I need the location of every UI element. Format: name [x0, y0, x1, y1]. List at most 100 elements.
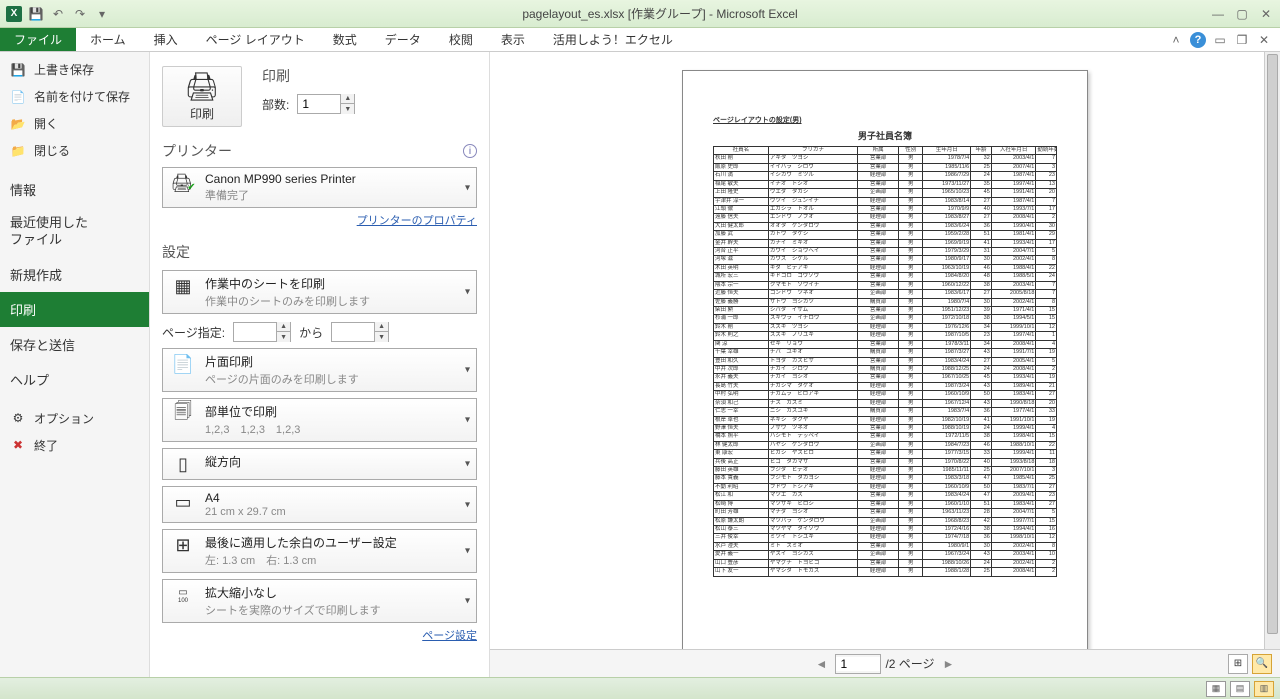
- nav-recent[interactable]: 最近使用したファイル: [0, 207, 149, 257]
- page-setup-link[interactable]: ページ設定: [422, 630, 477, 642]
- table-cell: 19: [1036, 416, 1057, 424]
- table-cell: 企画部: [858, 517, 899, 525]
- page-number-input[interactable]: [836, 657, 880, 671]
- home-tab[interactable]: ホーム: [76, 28, 140, 51]
- nav-options[interactable]: ⚙オプション: [0, 405, 149, 432]
- nav-save[interactable]: 💾上書き保存: [0, 56, 149, 83]
- table-cell: 1993/4/1: [991, 374, 1036, 382]
- page-to-down-icon[interactable]: ▼: [375, 332, 388, 342]
- paper-dropdown[interactable]: ▭ A4 21 cm x 29.7 cm: [162, 486, 477, 523]
- table-cell: 奈須 和己: [714, 399, 769, 407]
- preview-table: 社員名フリガナ所属性別生年月日年齢入社年月日勤続年数 秋田 剛アキタ ツヨシ営業…: [713, 146, 1057, 577]
- prev-page-icon[interactable]: ◄: [812, 657, 832, 671]
- table-cell: 1967/10/25: [923, 374, 971, 382]
- scaling-dropdown[interactable]: ▭100 拡大縮小なし シートを実際のサイズで印刷します: [162, 579, 477, 623]
- view-normal-icon[interactable]: ▦: [1206, 681, 1226, 697]
- settings-heading: 設定: [162, 242, 477, 262]
- page-from-spinner[interactable]: ▲▼: [233, 322, 291, 342]
- preview-scrollbar[interactable]: [1264, 52, 1280, 677]
- table-cell: 8: [1036, 256, 1057, 264]
- nav-print[interactable]: 印刷: [0, 292, 149, 327]
- printer-properties-link[interactable]: プリンターのプロパティ: [357, 215, 477, 227]
- nav-info[interactable]: 情報: [0, 172, 149, 207]
- copies-up-icon[interactable]: ▲: [341, 94, 354, 104]
- close-icon[interactable]: ✕: [1258, 6, 1274, 22]
- page-to-up-icon[interactable]: ▲: [375, 322, 388, 332]
- minimize-ribbon-icon[interactable]: ˄: [1168, 32, 1184, 48]
- table-cell: マツヤマ タイゾウ: [768, 525, 857, 533]
- redo-icon[interactable]: ↷: [72, 6, 88, 22]
- nav-open[interactable]: 📂開く: [0, 110, 149, 137]
- qat-dropdown-icon[interactable]: ▾: [94, 6, 110, 22]
- copies-input[interactable]: [298, 97, 340, 111]
- margins-dropdown[interactable]: ⊞ 最後に適用した余白のユーザー設定 左: 1.3 cm 右: 1.3 cm: [162, 529, 477, 573]
- workbook-minimize-icon[interactable]: ▭: [1212, 32, 1228, 48]
- table-cell: 1988/5/1: [991, 273, 1036, 281]
- page-number-field[interactable]: [835, 654, 881, 674]
- table-cell: 1987/10/5: [923, 332, 971, 340]
- table-cell: ノザワ ツネオ: [768, 424, 857, 432]
- page-to-spinner[interactable]: ▲▼: [331, 322, 389, 342]
- printer-info-icon[interactable]: i: [463, 144, 477, 158]
- formulas-tab[interactable]: 数式: [319, 28, 371, 51]
- table-cell: 兵後 高正: [714, 458, 769, 466]
- sides-dropdown[interactable]: 📄 片面印刷 ページの片面のみを印刷します: [162, 348, 477, 392]
- nav-saveas[interactable]: 📄名前を付けて保存: [0, 83, 149, 110]
- next-page-icon[interactable]: ►: [939, 657, 959, 671]
- table-cell: 男: [899, 307, 923, 315]
- nav-share[interactable]: 保存と送信: [0, 327, 149, 362]
- print-button[interactable]: 🖨 印刷: [162, 66, 242, 127]
- copies-spinner[interactable]: ▲▼: [297, 94, 355, 114]
- addin-tab[interactable]: 活用しよう！エクセル: [539, 28, 687, 51]
- workbook-restore-icon[interactable]: ❐: [1234, 32, 1250, 48]
- table-cell: 近藤 恒夫: [714, 290, 769, 298]
- view-pagebreak-icon[interactable]: ▥: [1254, 681, 1274, 697]
- pagelayout-tab[interactable]: ページ レイアウト: [192, 28, 319, 51]
- page-from-input[interactable]: [234, 325, 276, 339]
- page-from-down-icon[interactable]: ▼: [277, 332, 290, 342]
- help-icon[interactable]: ?: [1190, 32, 1206, 48]
- table-cell: 1970/9/9: [923, 205, 971, 213]
- table-cell: 石川 満: [714, 172, 769, 180]
- save-icon[interactable]: 💾: [28, 6, 44, 22]
- table-cell: 2009/4/1: [991, 492, 1036, 500]
- table-cell: 17: [1036, 239, 1057, 247]
- scrollbar-thumb[interactable]: [1267, 54, 1278, 634]
- table-cell: 2: [1036, 365, 1057, 373]
- copies-down-icon[interactable]: ▼: [341, 104, 354, 114]
- restore-icon[interactable]: ▢: [1234, 6, 1250, 22]
- nav-new[interactable]: 新規作成: [0, 257, 149, 292]
- table-cell: 24: [971, 365, 992, 373]
- table-cell: 男: [899, 365, 923, 373]
- insert-tab[interactable]: 挿入: [140, 28, 192, 51]
- table-cell: 1981/4/1: [991, 231, 1036, 239]
- table-cell: 営業部: [858, 155, 899, 163]
- excel-logo-icon: X: [6, 6, 22, 22]
- nav-exit[interactable]: ✖終了: [0, 432, 149, 459]
- undo-icon[interactable]: ↶: [50, 6, 66, 22]
- review-tab[interactable]: 校閲: [435, 28, 487, 51]
- table-cell: 男: [899, 172, 923, 180]
- zoom-page-icon[interactable]: 🔍: [1252, 654, 1272, 674]
- table-cell: 30: [971, 298, 992, 306]
- workbook-close-icon[interactable]: ✕: [1256, 32, 1272, 48]
- table-cell: 50: [971, 391, 992, 399]
- table-cell: 1983/6/17: [923, 290, 971, 298]
- page-to-input[interactable]: [332, 325, 374, 339]
- page-from-up-icon[interactable]: ▲: [277, 322, 290, 332]
- table-cell: 営業部: [858, 500, 899, 508]
- orientation-dropdown[interactable]: ▯ 縦方向: [162, 448, 477, 480]
- nav-close[interactable]: 📁閉じる: [0, 137, 149, 164]
- data-tab[interactable]: データ: [371, 28, 435, 51]
- show-margins-icon[interactable]: ⊞: [1228, 654, 1248, 674]
- minimize-icon[interactable]: —: [1210, 6, 1226, 22]
- view-layout-icon[interactable]: ▤: [1230, 681, 1250, 697]
- file-tab[interactable]: ファイル: [0, 28, 76, 51]
- view-tab[interactable]: 表示: [487, 28, 539, 51]
- print-what-dropdown[interactable]: ▦ 作業中のシートを印刷 作業中のシートのみを印刷します: [162, 270, 477, 314]
- printer-dropdown[interactable]: 🖨✔ Canon MP990 series Printer 準備完了: [162, 167, 477, 208]
- nav-help[interactable]: ヘルプ: [0, 362, 149, 397]
- collate-dropdown[interactable]: 🗐 部単位で印刷 1,2,3 1,2,3 1,2,3: [162, 398, 477, 442]
- table-cell: 松江 和: [714, 492, 769, 500]
- one-sided-sub: ページの片面のみを印刷します: [205, 371, 359, 387]
